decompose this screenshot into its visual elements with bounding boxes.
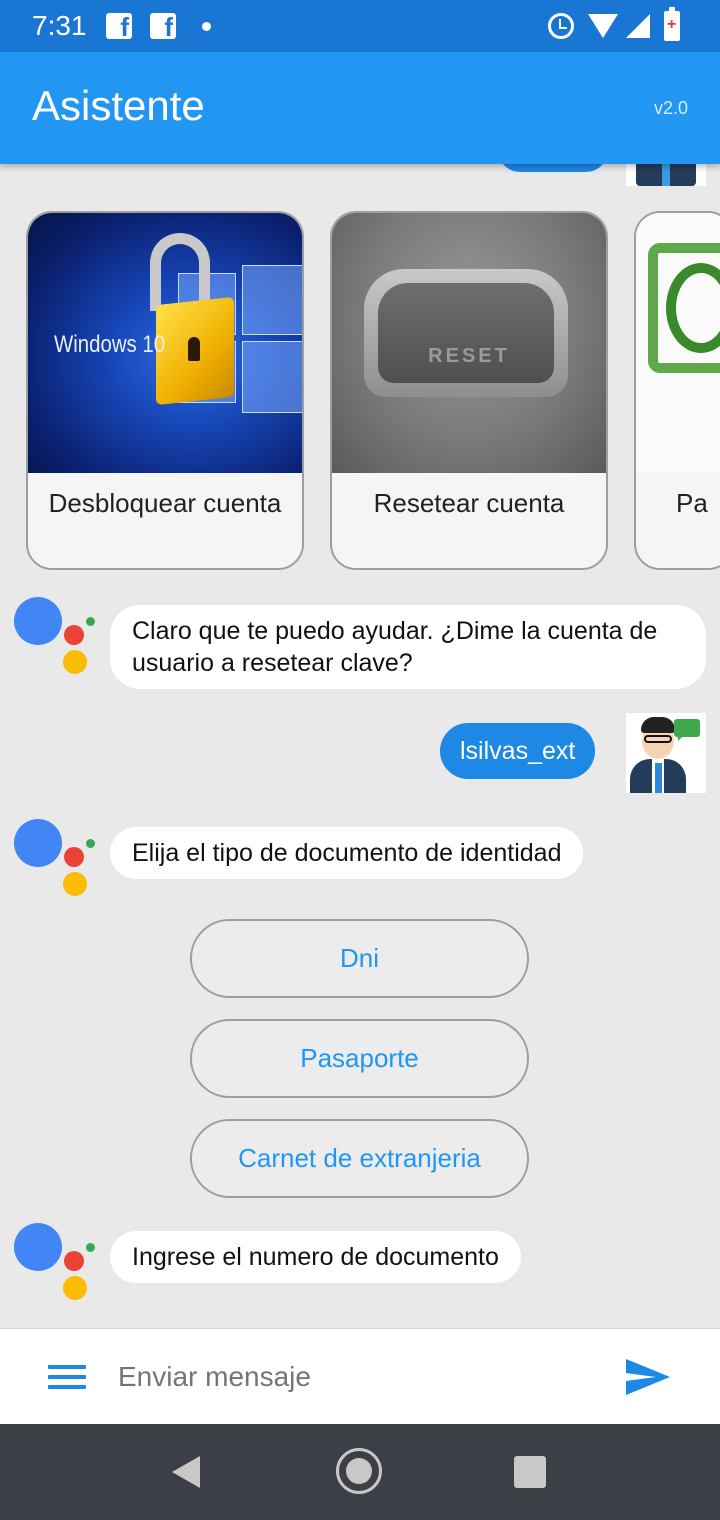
- alarm-icon: [548, 13, 574, 39]
- windows-lock-image: Windows 10: [28, 213, 302, 473]
- option-pasaporte-button[interactable]: Pasaporte: [190, 1019, 529, 1098]
- assistant-avatar: [14, 597, 96, 679]
- menu-icon[interactable]: [48, 1365, 86, 1389]
- cell-signal-icon: [626, 14, 650, 38]
- notification-dot-icon: [202, 22, 211, 31]
- option-carnet-button[interactable]: Carnet de extranjeria: [190, 1119, 529, 1198]
- recent-apps-icon[interactable]: [514, 1456, 546, 1488]
- send-icon[interactable]: [624, 1357, 672, 1397]
- app-title: Asistente: [32, 82, 205, 129]
- user-message: lsilvas_ext: [440, 723, 596, 779]
- message-input[interactable]: [118, 1355, 598, 1399]
- bot-message: Ingrese el numero de documento: [110, 1231, 521, 1283]
- chat-bubble-icon: [674, 719, 700, 741]
- battery-charging-icon: [664, 7, 680, 41]
- user-avatar: [626, 713, 706, 793]
- status-time: 7:31: [32, 10, 87, 41]
- bot-message: Claro que te puedo ayudar. ¿Dime la cuen…: [110, 605, 706, 689]
- card-label: Resetear cuenta: [373, 488, 565, 518]
- card-resetear-cuenta[interactable]: RESET Resetear cuenta: [330, 211, 608, 570]
- assistant-avatar: [14, 1223, 96, 1305]
- reset-text: RESET: [428, 345, 510, 367]
- system-nav-bar: [0, 1424, 720, 1520]
- facebook-icon: [150, 12, 176, 43]
- facebook-icon: [106, 12, 132, 43]
- green-logo-image: [636, 213, 720, 473]
- home-icon[interactable]: [336, 1448, 382, 1494]
- app-bar: Asistente v2.0: [0, 52, 720, 164]
- card-partial[interactable]: Pa: [634, 211, 720, 570]
- message-input-bar: [0, 1328, 720, 1424]
- windows-10-text: Windows 10: [54, 331, 166, 358]
- reset-key-image: RESET: [332, 213, 606, 473]
- card-label: Desbloquear cuenta: [48, 488, 282, 518]
- back-icon[interactable]: [172, 1456, 200, 1488]
- assistant-avatar: [14, 819, 96, 901]
- bot-message: Elija el tipo de documento de identidad: [110, 827, 584, 879]
- card-label: Pa: [676, 488, 708, 518]
- app-version: v2.0: [653, 98, 688, 118]
- status-bar: 7:31: [0, 0, 720, 52]
- card-desbloquear-cuenta[interactable]: Windows 10 Desbloquear cuenta: [26, 211, 304, 570]
- wifi-icon: [588, 14, 618, 38]
- option-dni-button[interactable]: Dni: [190, 919, 529, 998]
